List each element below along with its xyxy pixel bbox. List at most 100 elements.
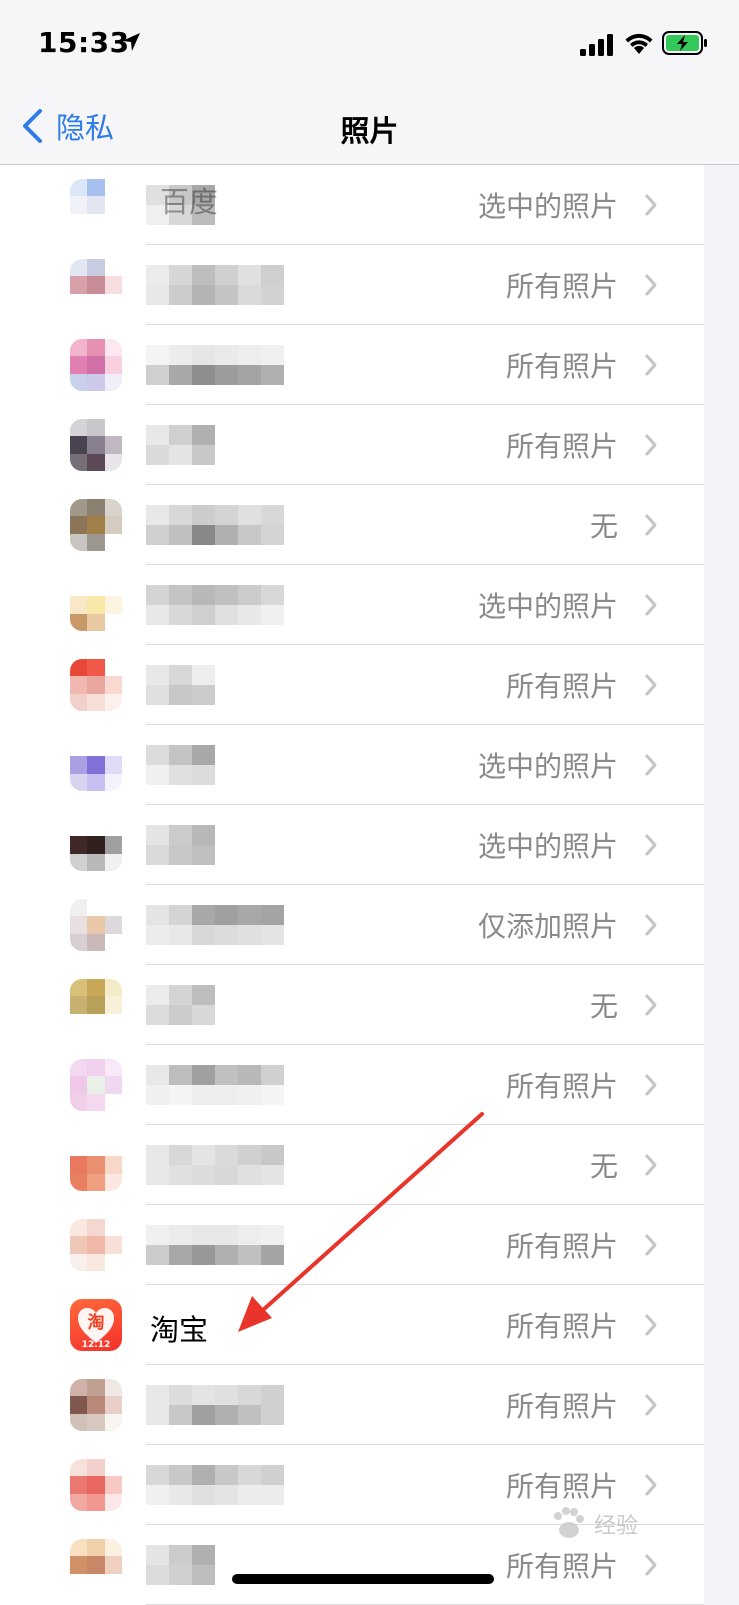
chevron-right-icon (645, 434, 657, 456)
pixelated-app-icon (70, 1219, 122, 1271)
pixelated-app-icon (70, 659, 122, 711)
app-row[interactable]: 仅添加照片 (0, 885, 704, 965)
chevron-right-icon (645, 1394, 657, 1416)
taobao-app-icon: 淘 12.12 (70, 1299, 122, 1351)
pixelated-app-icon (70, 179, 122, 231)
pixelated-app-name (146, 1385, 284, 1425)
app-name: 淘宝 (150, 1313, 209, 1347)
location-arrow-icon (122, 33, 140, 51)
chevron-right-icon (645, 914, 657, 936)
page-title: 照片 (340, 114, 399, 148)
pixelated-app-name (146, 1065, 284, 1105)
chevron-right-icon (645, 194, 657, 216)
photo-permission-value: 所有照片 (505, 270, 618, 303)
pixelated-app-name (146, 1465, 284, 1505)
app-row[interactable]: 选中的照片 (0, 805, 704, 885)
photo-permission-value: 所有照片 (505, 350, 618, 383)
chevron-right-icon (645, 594, 657, 616)
app-row[interactable]: 所有照片 (0, 405, 704, 485)
photo-permission-value: 选中的照片 (477, 190, 618, 223)
photo-permission-value: 所有照片 (505, 1390, 618, 1423)
pixelated-app-icon (70, 499, 122, 551)
app-row[interactable]: 选中的照片 (0, 565, 704, 645)
photo-permission-value: 无 (589, 510, 618, 543)
pixelated-app-icon (70, 1059, 122, 1111)
chevron-right-icon (645, 1154, 657, 1176)
pixelated-app-name (146, 345, 284, 385)
status-time: 15:33 (38, 26, 130, 59)
pixelated-app-name (146, 905, 284, 945)
watermark: 经验 (548, 1494, 728, 1554)
taobao-logo-icon: 淘 12.12 (78, 1308, 114, 1350)
watermark-text: 经验 (594, 1514, 639, 1539)
photo-permission-value: 无 (589, 1150, 618, 1183)
chevron-right-icon (645, 834, 657, 856)
wifi-icon (625, 33, 653, 54)
pixelated-app-icon (70, 739, 122, 791)
photo-permission-value: 选中的照片 (477, 590, 618, 623)
pixelated-app-icon (70, 819, 122, 871)
chevron-right-icon (645, 674, 657, 696)
app-row[interactable]: 选中的照片 (0, 725, 704, 805)
photo-permission-value: 选中的照片 (477, 750, 618, 783)
pixelated-app-icon (70, 1379, 122, 1431)
chevron-right-icon (645, 1234, 657, 1256)
app-row[interactable]: 淘 12.12 淘宝 所有照片 (0, 1285, 704, 1365)
chevron-right-icon (645, 354, 657, 376)
app-name: 百度 (160, 185, 219, 219)
app-row[interactable]: 所有照片 (0, 645, 704, 725)
pixelated-app-name (146, 985, 215, 1025)
app-row[interactable]: 百度 选中的照片 (0, 165, 704, 245)
taobao-icon-badge: 淘 (88, 1312, 105, 1333)
cellular-signal-icon (580, 34, 613, 56)
taobao-icon-date: 12.12 (82, 1340, 110, 1350)
chevron-right-icon (645, 514, 657, 536)
app-row[interactable]: 所有照片 (0, 245, 704, 325)
app-row[interactable]: 无 (0, 485, 704, 565)
pixelated-app-icon (70, 339, 122, 391)
pixelated-app-icon (70, 1139, 122, 1191)
pixelated-app-name (146, 585, 284, 625)
pixelated-app-icon (70, 1459, 122, 1511)
app-permission-list: 百度 选中的照片 所有照片 所有照片 所有照片无选中的照片 所有照片 选中的照片 选中的照片仅… (0, 165, 704, 1605)
pixelated-app-name (146, 1145, 284, 1185)
photo-permission-value: 所有照片 (505, 1230, 618, 1263)
photo-permission-value: 所有照片 (505, 670, 618, 703)
photo-permission-value: 无 (589, 990, 618, 1023)
pixelated-app-icon (70, 579, 122, 631)
pixelated-app-icon (70, 419, 122, 471)
photo-permission-value: 选中的照片 (477, 830, 618, 863)
pixelated-app-name (146, 425, 215, 465)
app-row[interactable]: 所有照片 (0, 1205, 704, 1285)
app-row[interactable]: 所有照片 (0, 1045, 704, 1125)
chevron-right-icon (645, 994, 657, 1016)
pixelated-app-icon (70, 1539, 122, 1591)
app-row[interactable]: 所有照片 (0, 325, 704, 405)
chevron-right-icon (645, 754, 657, 776)
pixelated-app-icon (70, 979, 122, 1031)
app-row[interactable]: 无 (0, 1125, 704, 1205)
pixelated-app-name (146, 265, 284, 305)
battery-charging-icon (662, 31, 707, 55)
pixelated-app-name (146, 505, 284, 545)
photo-permission-value: 所有照片 (505, 1310, 618, 1343)
paw-icon (554, 1507, 584, 1538)
chevron-right-icon (645, 1314, 657, 1336)
app-row[interactable]: 无 (0, 965, 704, 1045)
pixelated-app-name (146, 1225, 284, 1265)
navigation-bar: 隐私 照片 (0, 88, 739, 165)
photo-permission-value: 所有照片 (505, 430, 618, 463)
pixelated-app-name (146, 825, 215, 865)
pixelated-app-icon (70, 899, 122, 951)
app-row[interactable]: 所有照片 (0, 1365, 704, 1445)
pixelated-app-icon (70, 259, 122, 311)
chevron-right-icon (645, 274, 657, 296)
status-bar: 15:33 (0, 0, 739, 88)
pixelated-app-name (146, 665, 215, 705)
chevron-right-icon (645, 1554, 657, 1576)
pixelated-app-name (146, 745, 215, 785)
photo-permission-value: 所有照片 (505, 1070, 618, 1103)
chevron-right-icon (645, 1074, 657, 1096)
photo-permission-value: 仅添加照片 (477, 910, 618, 943)
home-indicator[interactable] (232, 1574, 494, 1584)
